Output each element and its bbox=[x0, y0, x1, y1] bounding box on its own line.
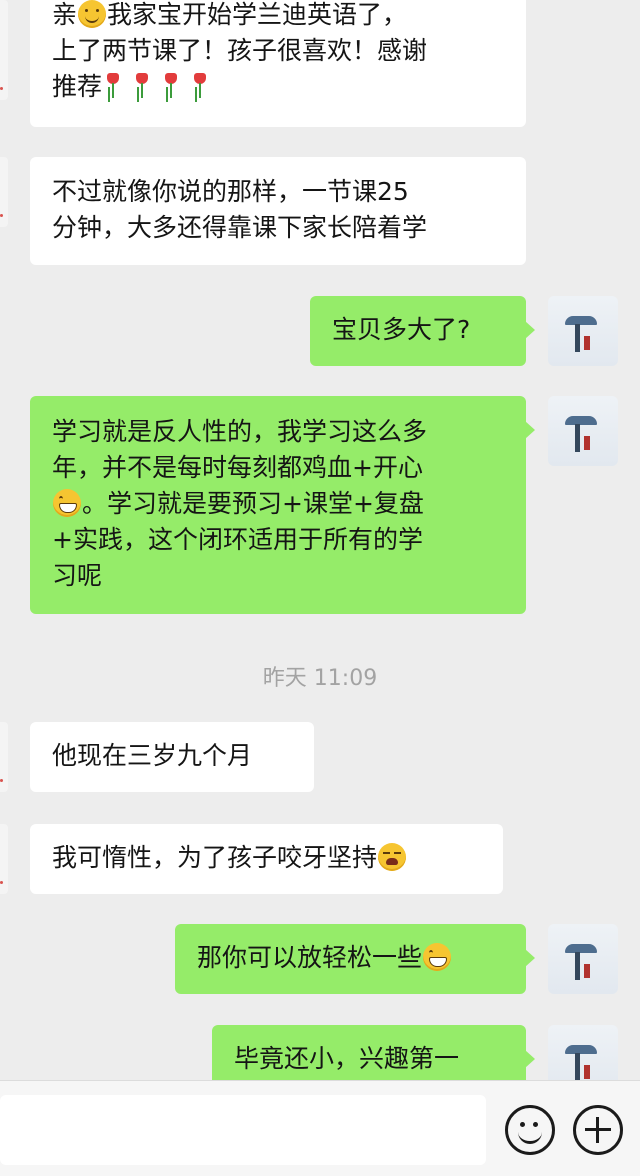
message-text: 我可惰性，为了孩子咬牙坚持 bbox=[52, 843, 378, 872]
message-bubble-incoming[interactable]: 亲我家宝开始学兰迪英语了， 上了两节课了！孩子很喜欢！感谢 推荐 bbox=[30, 0, 526, 127]
message-text: 毕竟还小，兴趣第一 bbox=[234, 1044, 460, 1073]
message-timestamp: 昨天 11:09 bbox=[262, 666, 378, 691]
contact-avatar[interactable] bbox=[0, 824, 8, 894]
chat-history[interactable]: 亲我家宝开始学兰迪英语了， 上了两节课了！孩子很喜欢！感谢 推荐 不过就像你说的… bbox=[0, 0, 640, 1080]
my-avatar[interactable] bbox=[548, 924, 618, 994]
message-text: 他现在三岁九个月 bbox=[52, 741, 253, 770]
smiley-face-icon[interactable] bbox=[505, 1105, 555, 1155]
message-line: 亲我家宝开始学兰迪英语了， bbox=[52, 0, 408, 29]
my-avatar[interactable] bbox=[548, 296, 618, 366]
umbrella-icon bbox=[565, 416, 597, 425]
message-text: 那你可以放轻松一些 bbox=[197, 943, 423, 972]
message-line: 学习就是反人性的，我学习这么多 bbox=[52, 417, 428, 446]
umbrella-icon bbox=[565, 1045, 597, 1054]
message-text: 宝贝多大了? bbox=[332, 315, 471, 344]
message-bubble-incoming[interactable]: 不过就像你说的那样，一节课25 分钟，大多还得靠课下家长陪着学 bbox=[30, 157, 526, 265]
crying-face-emoji-icon bbox=[378, 843, 407, 871]
umbrella-icon bbox=[565, 944, 597, 953]
message-bubble-outgoing[interactable]: 学习就是反人性的，我学习这么多 年，并不是每时每刻都鸡血+开心 。学习就是要预习… bbox=[30, 396, 535, 614]
message-line: 习呢 bbox=[52, 561, 103, 590]
umbrella-icon bbox=[565, 316, 597, 325]
contact-avatar[interactable] bbox=[0, 0, 8, 100]
message-bubble-outgoing[interactable]: 那你可以放轻松一些 bbox=[175, 924, 535, 994]
rose-icon bbox=[104, 71, 122, 99]
rose-icon bbox=[191, 71, 209, 99]
contact-avatar[interactable] bbox=[0, 722, 8, 792]
my-avatar[interactable] bbox=[548, 1025, 618, 1080]
my-avatar[interactable] bbox=[548, 396, 618, 466]
smiling-face-emoji-icon bbox=[78, 0, 107, 28]
message-bubble-outgoing[interactable]: 毕竟还小，兴趣第一 bbox=[212, 1025, 535, 1080]
message-line: +实践，这个闭环适用于所有的学 bbox=[52, 525, 423, 554]
rose-icon bbox=[133, 71, 151, 99]
grinning-face-emoji-icon bbox=[423, 943, 452, 971]
grinning-face-emoji-icon bbox=[53, 489, 81, 517]
message-bubble-outgoing[interactable]: 宝贝多大了? bbox=[310, 296, 535, 366]
message-line: 不过就像你说的那样，一节课25 bbox=[52, 177, 409, 206]
message-line: 年，并不是每时每刻都鸡血+开心 bbox=[52, 453, 423, 482]
chat-input-bar bbox=[0, 1080, 640, 1176]
message-line: 推荐 bbox=[52, 69, 504, 105]
message-bubble-incoming[interactable]: 他现在三岁九个月 bbox=[30, 722, 314, 792]
message-line: 。学习就是要预习+课堂+复盘 bbox=[52, 486, 504, 522]
message-line: 上了两节课了！孩子很喜欢！感谢 bbox=[52, 36, 428, 65]
plus-circle-icon[interactable] bbox=[573, 1105, 623, 1155]
message-line: 分钟，大多还得靠课下家长陪着学 bbox=[52, 213, 428, 242]
rose-icon bbox=[162, 71, 180, 99]
contact-avatar[interactable] bbox=[0, 157, 8, 227]
message-bubble-incoming[interactable]: 我可惰性，为了孩子咬牙坚持 bbox=[30, 824, 503, 894]
message-input[interactable] bbox=[0, 1095, 486, 1165]
